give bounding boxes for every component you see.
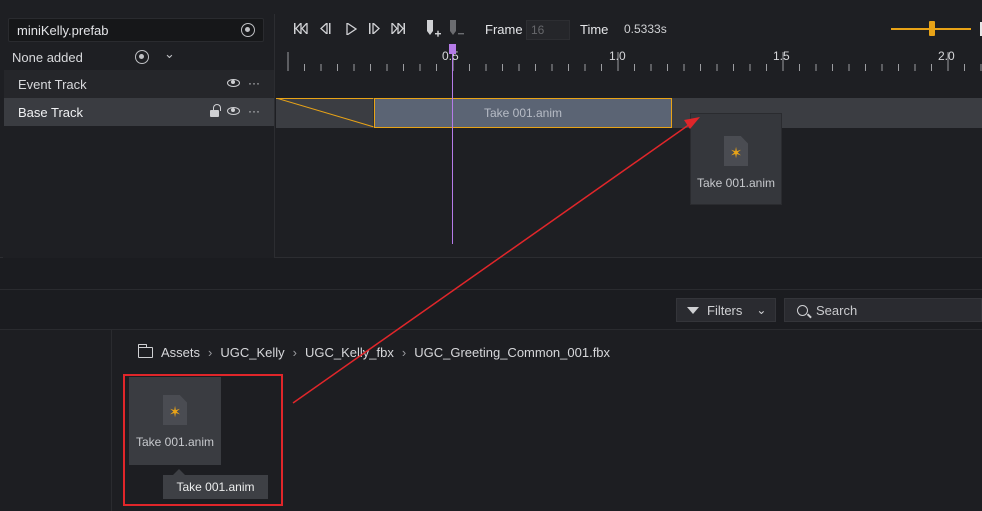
search-placeholder: Search [816, 302, 858, 318]
filters-label: Filters [707, 302, 743, 318]
chevron-down-icon[interactable]: ⌄ [164, 46, 175, 62]
visibility-eye-icon[interactable] [227, 107, 240, 115]
timeline-panel: miniKelly.prefab None added ⌄ Event Trac… [0, 0, 982, 258]
search-input[interactable]: Search [784, 298, 982, 322]
object-picker-icon[interactable] [135, 50, 149, 64]
prefab-name: miniKelly.prefab [17, 22, 109, 38]
chevron-right-icon: › [292, 345, 297, 360]
prefab-field[interactable]: miniKelly.prefab [8, 18, 264, 42]
time-ruler[interactable]: 0.5 1.0 1.5 2.0 [276, 44, 982, 72]
ruler-label: 1.0 [609, 49, 626, 63]
folder-icon [137, 344, 153, 358]
clip-label: Take 001.anim [483, 106, 563, 120]
time-label: Time [580, 22, 609, 37]
track-label: Base Track [18, 104, 84, 120]
animation-clip[interactable]: Take 001.anim [374, 98, 672, 128]
animation-file-icon: ✶ [724, 136, 748, 166]
breadcrumb-item[interactable]: Assets [161, 345, 200, 360]
more-options-icon[interactable]: ··· [248, 104, 260, 118]
breadcrumb: Assets › UGC_Kelly › UGC_Kelly_fbx › UGC… [137, 344, 610, 360]
more-options-icon[interactable]: ··· [248, 76, 260, 90]
folder-tree [0, 330, 112, 511]
previous-frame-icon[interactable] [319, 23, 331, 34]
annotation-highlight-box [123, 374, 283, 506]
track-label: Event Track [18, 76, 87, 92]
ruler-label: 1.5 [773, 49, 790, 63]
unlock-icon[interactable] [210, 103, 221, 117]
play-icon[interactable] [346, 23, 357, 35]
filter-icon [687, 306, 699, 314]
breadcrumb-item[interactable]: UGC_Kelly_fbx [305, 345, 394, 360]
chevron-down-icon: ⌄ [756, 303, 767, 317]
track-row-base[interactable]: Base Track ··· [4, 98, 274, 126]
binding-label: None added [12, 49, 83, 65]
add-keyframe-icon[interactable] [426, 20, 442, 38]
jump-to-start-icon[interactable] [294, 23, 308, 34]
filters-button[interactable]: Filters ⌄ [676, 298, 776, 322]
visibility-eye-icon[interactable] [227, 79, 240, 87]
binding-row[interactable]: None added ⌄ [4, 44, 274, 70]
frame-input[interactable]: 16 [526, 20, 570, 40]
blend-in-ramp[interactable] [276, 98, 376, 128]
breadcrumb-item[interactable]: UGC_Greeting_Common_001.fbx [414, 345, 610, 360]
frame-label: Frame [485, 22, 523, 37]
remove-keyframe-icon[interactable] [449, 20, 465, 38]
asset-toolbar: Filters ⌄ Search [0, 290, 982, 330]
drag-preview: ✶ Take 001.anim [690, 113, 782, 205]
breadcrumb-item[interactable]: UGC_Kelly [220, 345, 284, 360]
time-value: 0.5333s [624, 22, 667, 36]
base-track-lane[interactable]: Take 001.anim [276, 98, 982, 128]
ruler-ticks [287, 52, 982, 71]
panel-divider [0, 258, 982, 290]
object-picker-icon[interactable] [241, 23, 255, 37]
zoom-slider-thumb[interactable] [929, 21, 935, 36]
track-row-event[interactable]: Event Track ··· [4, 70, 274, 98]
playback-controls: Frame 16 Time 0.5333s [276, 14, 982, 44]
next-frame-icon[interactable] [369, 23, 381, 34]
playhead-line[interactable] [452, 52, 453, 244]
drag-preview-label: Take 001.anim [696, 176, 776, 190]
ruler-label: 2.0 [938, 49, 955, 63]
chevron-right-icon: › [208, 345, 213, 360]
jump-to-end-icon[interactable] [391, 23, 405, 34]
chevron-right-icon: › [401, 345, 407, 360]
search-icon [797, 304, 808, 316]
